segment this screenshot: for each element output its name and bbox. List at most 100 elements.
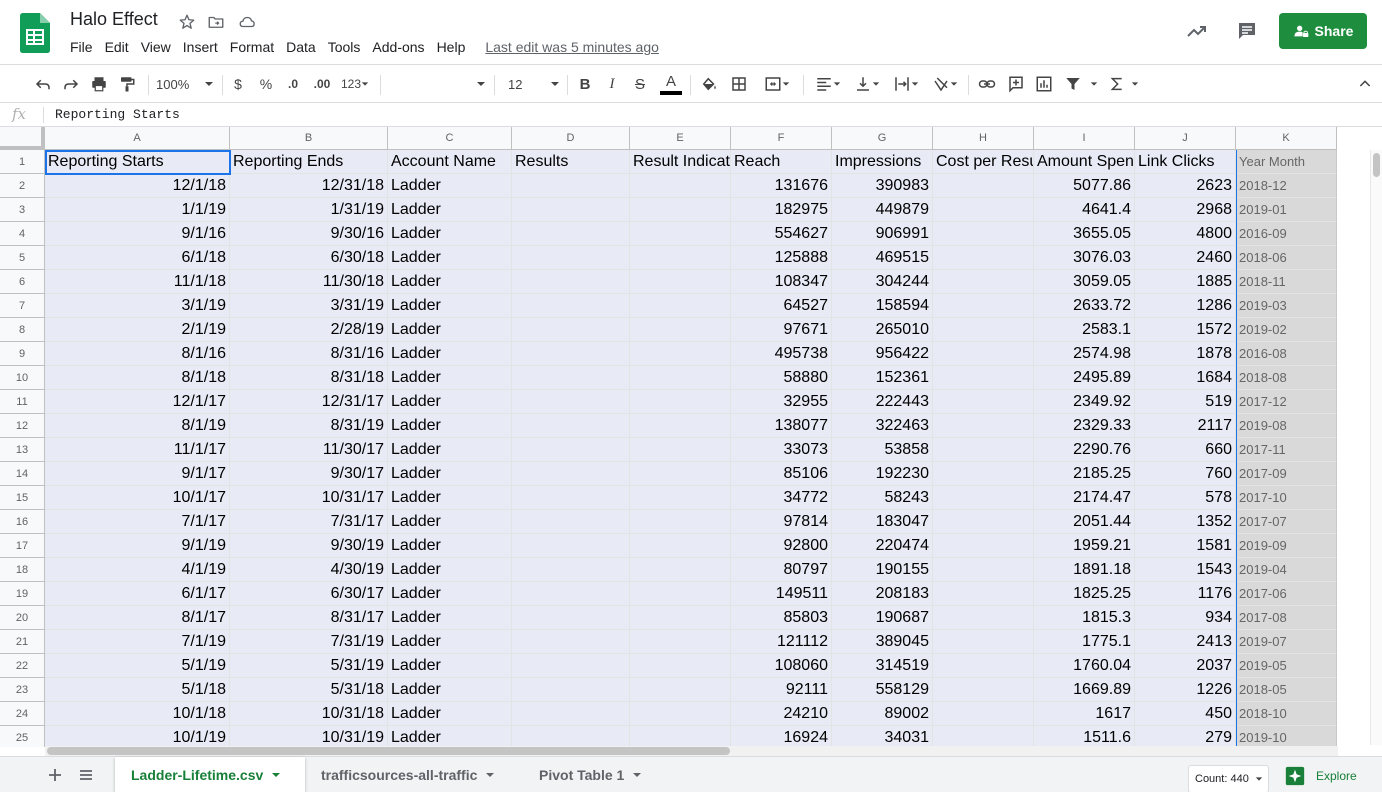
- data-cell[interactable]: Ladder: [388, 318, 512, 342]
- data-cell[interactable]: [630, 318, 731, 342]
- column-header-k[interactable]: K: [1236, 127, 1337, 150]
- print-icon[interactable]: [87, 72, 111, 96]
- data-cell[interactable]: 92800: [731, 534, 832, 558]
- row-header[interactable]: 14: [0, 462, 45, 486]
- data-cell[interactable]: 1684: [1135, 366, 1236, 390]
- row-header[interactable]: 12: [0, 414, 45, 438]
- data-cell[interactable]: 8/1/17: [45, 606, 230, 630]
- data-cell[interactable]: 5/31/19: [230, 654, 388, 678]
- data-cell[interactable]: [512, 318, 630, 342]
- data-cell[interactable]: [512, 294, 630, 318]
- insert-comment-icon[interactable]: [1005, 72, 1027, 96]
- row-header[interactable]: 6: [0, 270, 45, 294]
- data-cell[interactable]: 2016-08: [1236, 342, 1337, 366]
- data-cell[interactable]: [630, 534, 731, 558]
- data-cell[interactable]: 2349.92: [1034, 390, 1135, 414]
- data-cell[interactable]: Ladder: [388, 174, 512, 198]
- data-cell[interactable]: [512, 462, 630, 486]
- data-cell[interactable]: [933, 726, 1034, 747]
- data-cell[interactable]: [630, 558, 731, 582]
- data-cell[interactable]: 5/1/18: [45, 678, 230, 702]
- row-header[interactable]: 8: [0, 318, 45, 342]
- share-button[interactable]: Share: [1279, 13, 1367, 49]
- data-cell[interactable]: [933, 510, 1034, 534]
- data-cell[interactable]: 8/1/18: [45, 366, 230, 390]
- bold-button[interactable]: B: [575, 72, 595, 96]
- horizontal-scrollbar-thumb[interactable]: [47, 747, 730, 755]
- data-cell[interactable]: 2019-08: [1236, 414, 1337, 438]
- data-cell[interactable]: 121112: [731, 630, 832, 654]
- explore-button[interactable]: Explore: [1284, 761, 1357, 791]
- vertical-align-icon[interactable]: [850, 72, 884, 96]
- data-cell[interactable]: 554627: [731, 222, 832, 246]
- data-cell[interactable]: [630, 726, 731, 747]
- header-cell[interactable]: Result Indicator: [630, 150, 731, 174]
- data-cell[interactable]: 64527: [731, 294, 832, 318]
- data-cell[interactable]: 11/30/18: [230, 270, 388, 294]
- row-header[interactable]: 19: [0, 582, 45, 606]
- data-cell[interactable]: Ladder: [388, 558, 512, 582]
- data-cell[interactable]: Ladder: [388, 534, 512, 558]
- column-header-a[interactable]: A: [45, 127, 230, 150]
- data-cell[interactable]: 24210: [731, 702, 832, 726]
- data-cell[interactable]: 1775.1: [1034, 630, 1135, 654]
- data-cell[interactable]: 2018-12: [1236, 174, 1337, 198]
- data-cell[interactable]: 32955: [731, 390, 832, 414]
- row-header[interactable]: 24: [0, 702, 45, 726]
- move-to-folder-icon[interactable]: [206, 12, 226, 32]
- add-sheet-icon[interactable]: [45, 765, 65, 785]
- row-header[interactable]: 17: [0, 534, 45, 558]
- header-cell[interactable]: Cost per Results: [933, 150, 1034, 174]
- data-cell[interactable]: 97671: [731, 318, 832, 342]
- data-cell[interactable]: 58243: [832, 486, 933, 510]
- data-cell[interactable]: 760: [1135, 462, 1236, 486]
- data-cell[interactable]: Ladder: [388, 678, 512, 702]
- menu-data[interactable]: Data: [280, 39, 322, 55]
- data-cell[interactable]: Ladder: [388, 198, 512, 222]
- data-cell[interactable]: 2037: [1135, 654, 1236, 678]
- increase-decimal-button[interactable]: .00: [309, 72, 335, 96]
- data-cell[interactable]: 8/31/16: [230, 342, 388, 366]
- data-cell[interactable]: [933, 462, 1034, 486]
- data-cell[interactable]: 322463: [832, 414, 933, 438]
- data-cell[interactable]: [933, 534, 1034, 558]
- row-header[interactable]: 3: [0, 198, 45, 222]
- data-cell[interactable]: 660: [1135, 438, 1236, 462]
- data-cell[interactable]: 5077.86: [1034, 174, 1135, 198]
- data-cell[interactable]: 92111: [731, 678, 832, 702]
- data-cell[interactable]: 2016-09: [1236, 222, 1337, 246]
- text-rotation-icon[interactable]: [928, 72, 962, 96]
- data-cell[interactable]: [933, 174, 1034, 198]
- data-cell[interactable]: Ladder: [388, 654, 512, 678]
- data-cell[interactable]: 158594: [832, 294, 933, 318]
- data-cell[interactable]: 11/1/18: [45, 270, 230, 294]
- data-cell[interactable]: [630, 246, 731, 270]
- data-cell[interactable]: 389045: [832, 630, 933, 654]
- data-cell[interactable]: [933, 582, 1034, 606]
- data-cell[interactable]: [933, 366, 1034, 390]
- data-cell[interactable]: 33073: [731, 438, 832, 462]
- data-cell[interactable]: 1885: [1135, 270, 1236, 294]
- data-cell[interactable]: 34031: [832, 726, 933, 747]
- data-cell[interactable]: 519: [1135, 390, 1236, 414]
- data-cell[interactable]: [933, 246, 1034, 270]
- data-cell[interactable]: Ladder: [388, 582, 512, 606]
- vertical-scrollbar-thumb[interactable]: [1373, 153, 1380, 177]
- menu-help[interactable]: Help: [431, 39, 472, 55]
- row-header[interactable]: 10: [0, 366, 45, 390]
- data-cell[interactable]: 2413: [1135, 630, 1236, 654]
- data-cell[interactable]: [512, 246, 630, 270]
- row-header[interactable]: 21: [0, 630, 45, 654]
- data-cell[interactable]: 5/1/19: [45, 654, 230, 678]
- data-cell[interactable]: 58880: [731, 366, 832, 390]
- data-cell[interactable]: 1572: [1135, 318, 1236, 342]
- data-cell[interactable]: 1/31/19: [230, 198, 388, 222]
- data-cell[interactable]: 450: [1135, 702, 1236, 726]
- data-cell[interactable]: 2051.44: [1034, 510, 1135, 534]
- data-cell[interactable]: [512, 702, 630, 726]
- data-cell[interactable]: 2017-07: [1236, 510, 1337, 534]
- header-cell[interactable]: Reporting Ends: [230, 150, 388, 174]
- data-cell[interactable]: 138077: [731, 414, 832, 438]
- data-cell[interactable]: 3/31/19: [230, 294, 388, 318]
- data-cell[interactable]: 2019-09: [1236, 534, 1337, 558]
